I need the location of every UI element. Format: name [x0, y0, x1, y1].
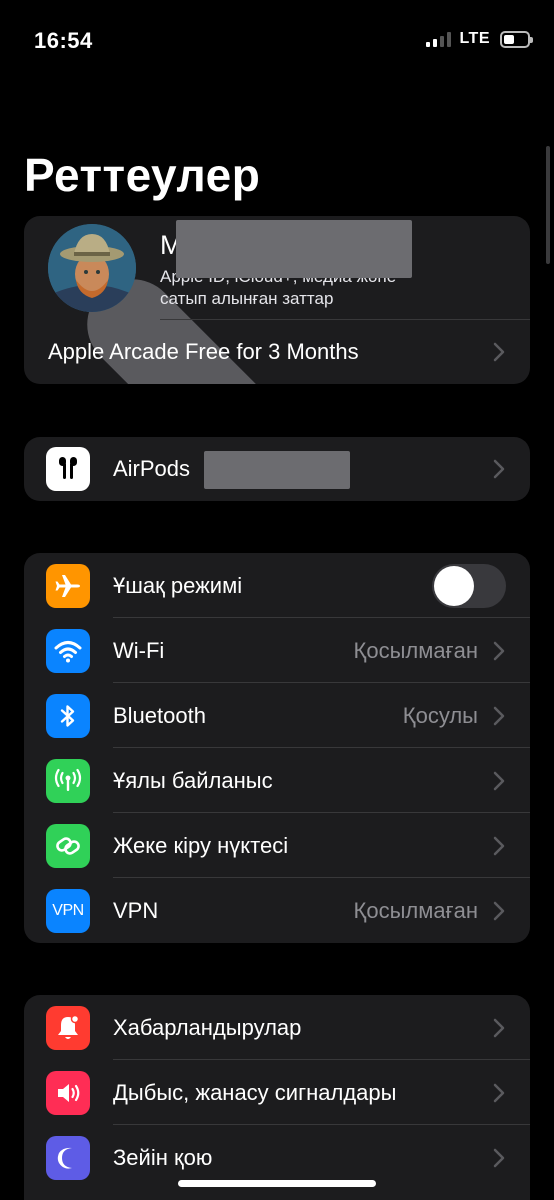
cellular-label: Ұялы байланыс: [113, 767, 273, 793]
redaction-block: [176, 220, 412, 278]
notifications-label: Хабарландырулар: [113, 1014, 302, 1040]
airpods-group: AirPods: [24, 437, 530, 501]
bluetooth-label: Bluetooth: [113, 702, 206, 728]
apple-arcade-label: Apple Arcade Free for 3 Months: [48, 339, 359, 364]
vpn-row[interactable]: VPN VPN Қосылмаған: [24, 878, 530, 943]
status-time: 16:54: [34, 28, 93, 53]
airplane-mode-row: Ұшақ режимі: [24, 553, 530, 618]
page-title: Реттеулер: [24, 149, 261, 201]
chevron-right-icon: [493, 836, 505, 855]
vpn-label: VPN: [113, 897, 159, 923]
chevron-right-icon: [493, 459, 505, 479]
vpn-icon: VPN: [46, 888, 90, 933]
chevron-right-icon: [493, 342, 505, 362]
notifications-group: Хабарландырулар Дыбыс, жанасу сигналдары: [24, 995, 530, 1200]
network-type: LTE: [459, 30, 490, 47]
settings-screen: 16:54 LTE Реттеулер М сатып алынған затт…: [0, 0, 554, 1200]
vpn-status: Қосылмаған: [353, 897, 478, 923]
wifi-label: Wi-Fi: [113, 637, 165, 663]
personal-hotspot-row[interactable]: Жеке кіру нүктесі: [24, 813, 530, 878]
chevron-right-icon: [493, 1148, 505, 1167]
link-chain-icon: [46, 823, 90, 868]
cellular-signal-icon: [426, 31, 452, 47]
avatar: [48, 224, 136, 312]
bluetooth-status: Қосулы: [402, 702, 478, 728]
apple-arcade-row[interactable]: Apple Arcade Free for 3 Months: [24, 320, 530, 384]
airpods-label: AirPods: [113, 456, 191, 481]
connectivity-group: Ұшақ режимі Wi-Fi Қосылмаған Bluetooth Қ…: [24, 553, 530, 943]
notifications-row[interactable]: Хабарландырулар: [24, 995, 530, 1060]
cellular-row[interactable]: Ұялы байланыс: [24, 748, 530, 813]
wifi-status: Қосылмаған: [353, 637, 478, 663]
airplane-mode-toggle[interactable]: [432, 563, 506, 608]
apple-id-row[interactable]: Мов Apple ID, iCloud+, медиа және сатып …: [24, 216, 530, 384]
battery-level: [504, 34, 514, 44]
personal-hotspot-label: Жеке кіру нүктесі: [113, 832, 289, 858]
chevron-right-icon: [493, 901, 505, 920]
chevron-right-icon: [493, 1018, 505, 1037]
chevron-right-icon: [493, 641, 505, 660]
home-indicator[interactable]: [178, 1180, 376, 1187]
bluetooth-icon: [46, 693, 90, 738]
chevron-right-icon: [493, 1083, 505, 1102]
sounds-haptics-label: Дыбыс, жанасу сигналдары: [113, 1079, 397, 1105]
wifi-row[interactable]: Wi-Fi Қосылмаған: [24, 618, 530, 683]
scroll-indicator[interactable]: [546, 146, 550, 264]
focus-label: Зейін қою: [113, 1144, 213, 1170]
redaction-block: [204, 451, 350, 489]
status-indicators: LTE: [426, 30, 533, 48]
wifi-icon: [46, 628, 90, 673]
toggle-knob: [434, 565, 474, 606]
airplane-icon: [46, 563, 90, 608]
chevron-right-icon: [493, 771, 505, 790]
account-group: Мов Apple ID, iCloud+, медиа және сатып …: [24, 216, 530, 384]
vpn-icon-text: VPN: [52, 901, 84, 919]
status-bar: 16:54 LTE: [0, 0, 554, 80]
bluetooth-row[interactable]: Bluetooth Қосулы: [24, 683, 530, 748]
bell-icon: [46, 1005, 90, 1050]
sounds-haptics-row[interactable]: Дыбыс, жанасу сигналдары: [24, 1060, 530, 1125]
battery-icon: [500, 30, 533, 48]
chevron-right-icon: [493, 706, 505, 725]
speaker-icon: [46, 1070, 90, 1115]
airpods-row[interactable]: AirPods: [24, 437, 530, 501]
antenna-icon: [46, 758, 90, 803]
moon-icon: [46, 1135, 90, 1180]
airpods-icon: [46, 447, 90, 491]
airplane-mode-label: Ұшақ режимі: [113, 572, 243, 598]
